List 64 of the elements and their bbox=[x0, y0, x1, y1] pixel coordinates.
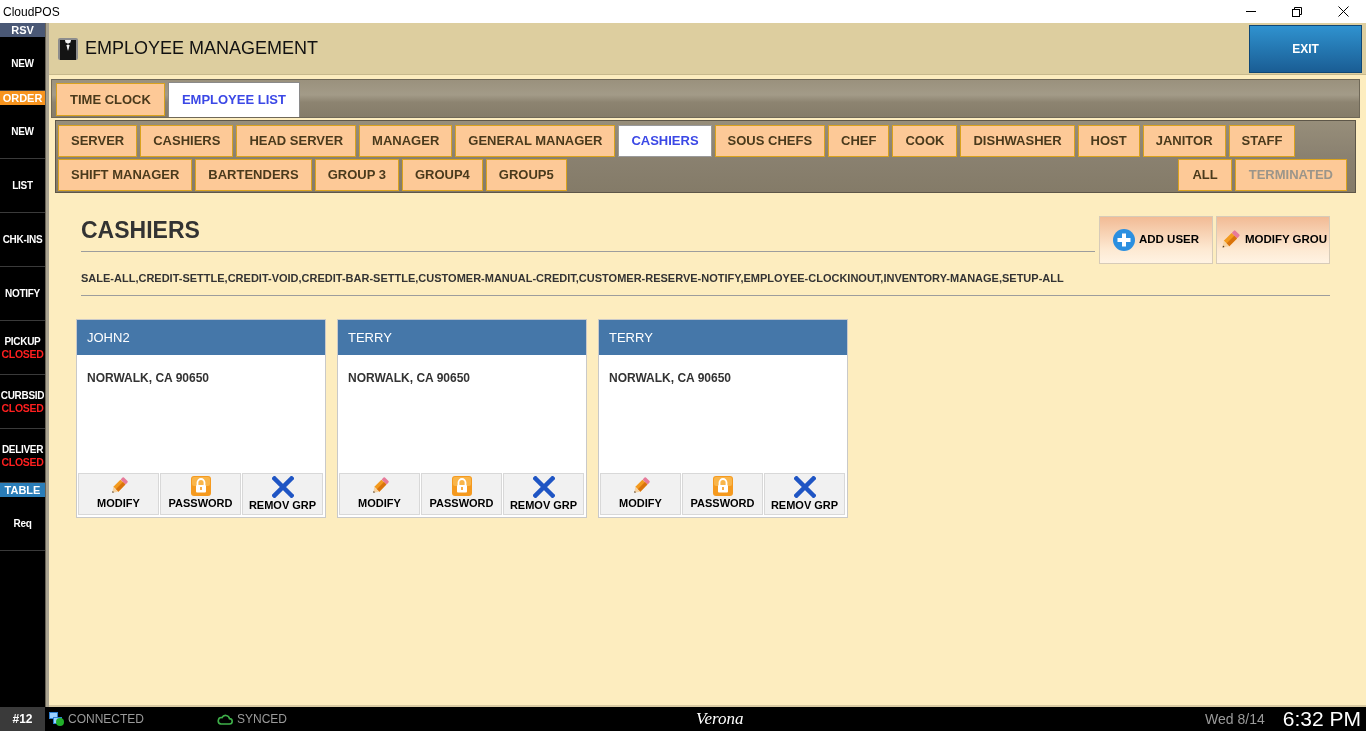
group-tab[interactable]: GROUP 3 bbox=[314, 159, 399, 191]
group-tab[interactable]: MANAGER bbox=[359, 125, 453, 157]
password-button[interactable]: PASSWORD bbox=[682, 473, 763, 515]
window-title: CloudPOS bbox=[3, 3, 60, 21]
group-tab[interactable]: DISHWASHER bbox=[960, 125, 1075, 157]
remove-button[interactable]: REMOV GRP bbox=[764, 473, 845, 515]
tab[interactable]: TIME CLOCK bbox=[56, 83, 165, 116]
group-tab[interactable]: COOK bbox=[892, 125, 958, 157]
group-tab[interactable]: SOUS CHEFS bbox=[714, 125, 826, 157]
group-tab[interactable]: HEAD SERVER bbox=[236, 125, 357, 157]
password-button[interactable]: PASSWORD bbox=[160, 473, 241, 515]
group-tab[interactable]: BARTENDERS bbox=[195, 159, 312, 191]
sync-status: SYNCED bbox=[237, 711, 287, 728]
tab[interactable]: EMPLOYEE LIST bbox=[167, 82, 300, 117]
group-tab[interactable]: CASHIERS bbox=[140, 125, 234, 157]
modify-button[interactable]: MODIFY bbox=[78, 473, 159, 515]
network-icon bbox=[49, 712, 64, 726]
employee-name: TERRY bbox=[348, 328, 392, 347]
group-tab[interactable]: CHEF bbox=[828, 125, 890, 157]
filter-tab[interactable]: ALL bbox=[1178, 159, 1232, 191]
lock-icon bbox=[712, 476, 733, 496]
employee-address: NORWALK, CA 90650 bbox=[348, 371, 471, 385]
sidebar-section-header: TABLE bbox=[0, 483, 45, 497]
employee-name: JOHN2 bbox=[87, 328, 130, 347]
password-button[interactable]: PASSWORD bbox=[421, 473, 502, 515]
remove-button[interactable]: REMOV GRP bbox=[503, 473, 584, 515]
location-name: Verona bbox=[696, 708, 744, 731]
status-time: 6:32 PM bbox=[1282, 707, 1361, 731]
lock-icon bbox=[190, 476, 211, 496]
tuxedo-icon bbox=[58, 37, 78, 60]
group-tab[interactable]: GENERAL MANAGER bbox=[455, 125, 616, 157]
group-tab[interactable]: GROUP5 bbox=[485, 159, 567, 191]
group-tab[interactable]: STAFF bbox=[1228, 125, 1296, 157]
group-tab[interactable]: GROUP4 bbox=[401, 159, 483, 191]
add-user-button[interactable]: ADD USER bbox=[1099, 216, 1213, 264]
remove-button[interactable]: REMOV GRP bbox=[242, 473, 323, 515]
exit-button[interactable]: EXIT bbox=[1249, 24, 1362, 73]
page-title: EMPLOYEE MANAGEMENT bbox=[85, 37, 319, 60]
cross-icon bbox=[532, 476, 555, 498]
group-tab[interactable]: CASHIERS bbox=[618, 125, 712, 157]
employee-name: TERRY bbox=[609, 328, 653, 347]
group-tab[interactable]: SHIFT MANAGER bbox=[58, 159, 193, 191]
sidebar-section-header: RSV bbox=[0, 23, 45, 37]
employee-address: NORWALK, CA 90650 bbox=[609, 371, 732, 385]
cross-icon bbox=[271, 476, 294, 498]
modify-button[interactable]: MODIFY bbox=[600, 473, 681, 515]
close-icon[interactable] bbox=[1337, 6, 1349, 17]
group-tab[interactable]: HOST bbox=[1077, 125, 1140, 157]
sidebar-section-header: ORDER bbox=[0, 91, 45, 105]
group-tab[interactable]: SERVER bbox=[58, 125, 138, 157]
modify-button[interactable]: MODIFY bbox=[339, 473, 420, 515]
cross-icon bbox=[793, 476, 816, 498]
group-tab[interactable]: JANITOR bbox=[1142, 125, 1226, 157]
modify-group-button[interactable]: MODIFY GROU bbox=[1216, 216, 1330, 264]
group-title: CASHIERS bbox=[81, 217, 200, 243]
connection-status: CONNECTED bbox=[68, 711, 144, 728]
station-number: #12 bbox=[0, 707, 45, 731]
restore-icon[interactable] bbox=[1292, 6, 1302, 17]
employee-address: NORWALK, CA 90650 bbox=[87, 371, 210, 385]
status-date: Wed 8/14 bbox=[1205, 709, 1265, 729]
lock-icon bbox=[451, 476, 472, 496]
group-permissions: SALE-ALL,CREDIT-SETTLE,CREDIT-VOID,CREDIT-BAR-SETTLE,CUSTOMER-MANUAL-CREDIT,CUSTOMER-RESERVE-NOTIFY,EMPLOYEE-CLOCKINOUT,INVENTORY-MANAGE,SETUP-ALL bbox=[81, 272, 1064, 284]
plus-circle-icon bbox=[1112, 229, 1135, 251]
cloud-icon bbox=[217, 713, 233, 725]
